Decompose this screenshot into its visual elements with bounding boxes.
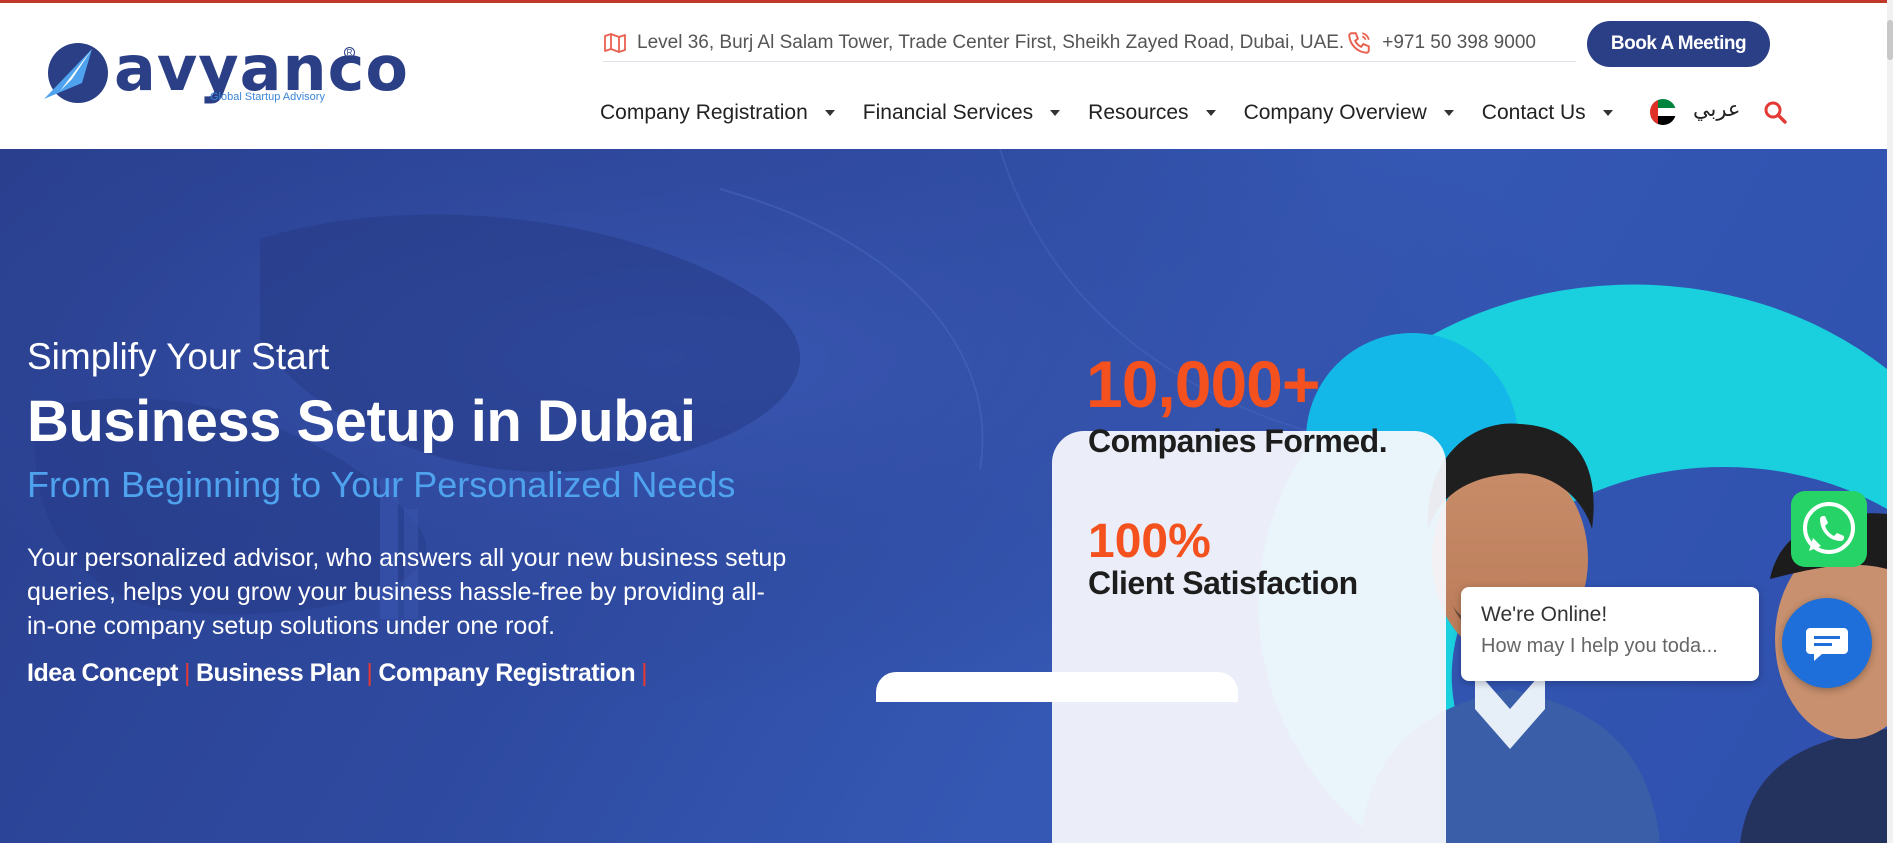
main-nav: Company Registration Financial Services …	[600, 93, 1641, 133]
hero-subtitle: Simplify Your Start	[27, 336, 330, 377]
site-header: avyanco R Global Startup Advisory Level …	[0, 3, 1893, 149]
stats-card	[1052, 431, 1446, 843]
brand-logo[interactable]: avyanco R Global Startup Advisory	[42, 33, 408, 113]
contact-info-row: Level 36, Burj Al Salam Tower, Trade Cen…	[603, 23, 1536, 63]
hero-bottom-card	[876, 672, 1238, 702]
nav-item-contact-us[interactable]: Contact Us	[1482, 101, 1614, 125]
chevron-down-icon	[1050, 110, 1061, 116]
nav-item-company-overview[interactable]: Company Overview	[1244, 101, 1455, 125]
chat-subtitle: How may I help you toda...	[1481, 635, 1718, 657]
stat-companies-label: Companies Formed.	[1088, 423, 1388, 459]
brand-tagline: Global Startup Advisory	[210, 91, 325, 103]
stat-satisfaction-label: Client Satisfaction	[1088, 565, 1358, 601]
nav-item-label: Resources	[1088, 101, 1189, 124]
whatsapp-icon	[1803, 502, 1855, 554]
stat-satisfaction-value: 100%	[1088, 515, 1211, 568]
whatsapp-button[interactable]	[1791, 491, 1867, 567]
service-business-plan[interactable]: Business Plan	[196, 659, 361, 687]
phone-icon	[1348, 32, 1370, 54]
chevron-down-icon	[1443, 110, 1454, 116]
office-address: Level 36, Burj Al Salam Tower, Trade Cen…	[637, 32, 1345, 53]
service-idea-concept[interactable]: Idea Concept	[27, 659, 178, 687]
hero-description: Your personalized advisor, who answers a…	[27, 544, 787, 640]
service-company-registration[interactable]: Company Registration	[378, 659, 635, 687]
nav-item-resources[interactable]: Resources	[1088, 101, 1216, 125]
chat-title: We're Online!	[1481, 603, 1608, 626]
page-scrollbar[interactable]	[1887, 0, 1893, 843]
nav-item-label: Contact Us	[1481, 101, 1586, 124]
nav-item-label: Company Overview	[1243, 101, 1427, 124]
logo-mark-icon	[44, 43, 108, 103]
contact-divider	[603, 61, 1576, 62]
nav-item-label: Company Registration	[600, 101, 808, 124]
hero-tagline: From Beginning to Your Personalized Need…	[27, 464, 736, 505]
phone-number[interactable]: +971 50 398 9000	[1382, 32, 1536, 54]
separator: |	[366, 659, 373, 687]
chat-greeting-bubble[interactable]: We're Online! How may I help you toda...	[1461, 587, 1759, 681]
separator: |	[641, 659, 648, 687]
live-chat-button[interactable]	[1782, 598, 1872, 688]
stat-companies-value: 10,000+	[1086, 347, 1320, 421]
uae-flag-icon[interactable]	[1650, 99, 1676, 125]
language-switch[interactable]: عربي	[1693, 97, 1740, 121]
scrollbar-thumb[interactable]	[1887, 20, 1893, 60]
search-icon[interactable]	[1763, 100, 1787, 124]
map-icon	[604, 33, 626, 53]
chevron-down-icon	[1205, 110, 1216, 116]
nav-item-label: Financial Services	[862, 101, 1034, 124]
chevron-down-icon	[1602, 110, 1613, 116]
hero-title: Business Setup in Dubai	[27, 389, 696, 454]
service-list: Idea Concept | Business Plan | Company Regis…	[27, 659, 653, 688]
chat-icon	[1806, 628, 1848, 661]
nav-item-financial-services[interactable]: Financial Services	[863, 101, 1061, 125]
separator: |	[183, 659, 191, 687]
registered-mark: R	[344, 47, 355, 58]
book-meeting-button[interactable]: Book A Meeting	[1587, 21, 1770, 67]
chevron-down-icon	[824, 110, 835, 116]
nav-item-company-registration[interactable]: Company Registration	[600, 101, 836, 125]
